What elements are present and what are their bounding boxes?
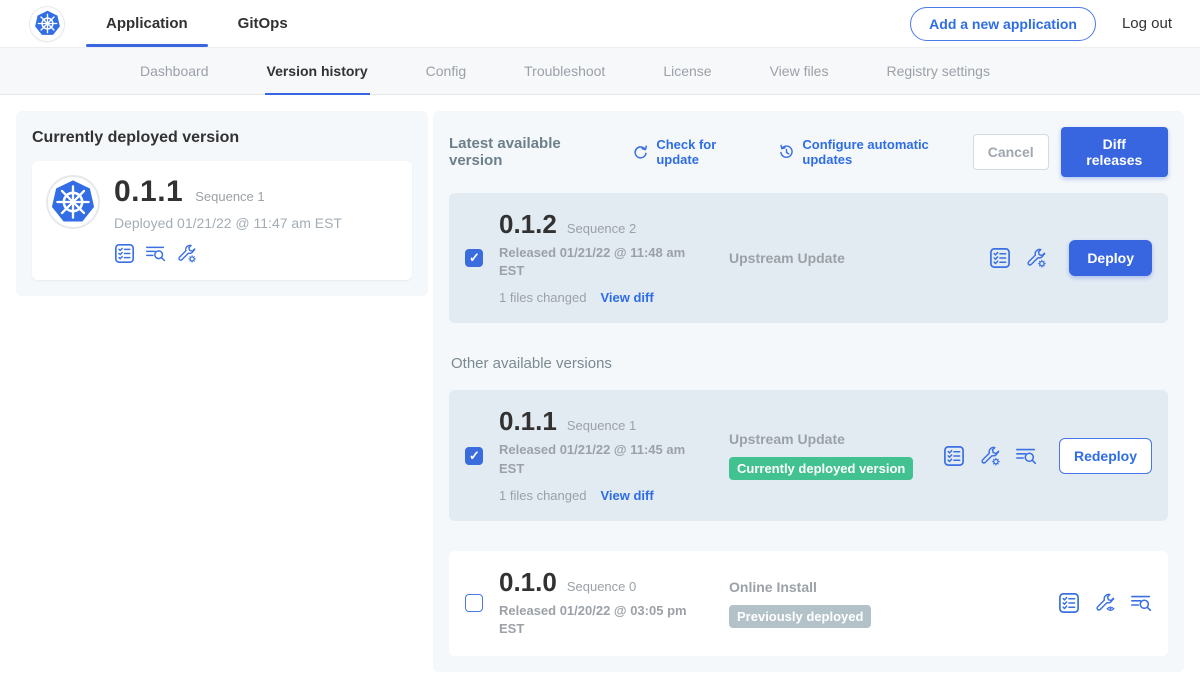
- refresh-icon: [632, 144, 649, 161]
- sequence-label: Sequence 2: [567, 221, 636, 236]
- tab-gitops[interactable]: GitOps: [234, 0, 292, 47]
- configure-automatic-updates-link[interactable]: Configure automatic updates: [778, 137, 972, 167]
- deployed-timestamp: Deployed 01/21/22 @ 11:47 am EST: [114, 215, 342, 231]
- tab-registry-settings-label: Registry settings: [886, 63, 989, 79]
- checklist-icon[interactable]: [114, 243, 135, 264]
- checklist-icon[interactable]: [1058, 592, 1080, 614]
- tab-config[interactable]: Config: [424, 48, 468, 94]
- app-sub-nav: Dashboard Version history Config Trouble…: [0, 48, 1200, 95]
- files-changed-label: 1 files changed: [499, 488, 586, 503]
- version-source-label: Upstream Update: [729, 250, 989, 266]
- tab-dashboard[interactable]: Dashboard: [138, 48, 211, 94]
- tab-version-history[interactable]: Version history: [265, 48, 370, 94]
- logout-button[interactable]: Log out: [1122, 15, 1172, 32]
- released-timestamp: Released 01/21/22 @ 11:45 am EST: [499, 441, 699, 477]
- version-row-0-1-2: 0.1.2 Sequence 2 Released 01/21/22 @ 11:…: [449, 193, 1168, 323]
- version-source-label: Upstream Update: [729, 431, 943, 447]
- release-notes-icon[interactable]: [1130, 592, 1152, 614]
- view-diff-link[interactable]: View diff: [600, 290, 653, 305]
- tab-view-files-label: View files: [770, 63, 829, 79]
- released-timestamp: Released 01/21/22 @ 11:48 am EST: [499, 244, 699, 280]
- deployed-sequence-label: Sequence 1: [195, 189, 264, 204]
- other-versions-title: Other available versions: [451, 355, 1168, 372]
- version-checkbox[interactable]: [465, 447, 483, 465]
- latest-version-header: Latest available version Check for updat…: [449, 127, 1168, 177]
- redeploy-button[interactable]: Redeploy: [1059, 438, 1152, 474]
- tab-troubleshoot[interactable]: Troubleshoot: [522, 48, 607, 94]
- currently-deployed-card: 0.1.1 Sequence 1 Deployed 01/21/22 @ 11:…: [32, 161, 412, 280]
- checklist-icon[interactable]: [943, 445, 965, 467]
- tab-gitops-label: GitOps: [238, 15, 288, 32]
- tab-version-history-label: Version history: [267, 63, 368, 79]
- version-history-panel: Latest available version Check for updat…: [433, 111, 1184, 672]
- previously-deployed-badge: Previously deployed: [729, 605, 871, 628]
- release-notes-icon[interactable]: [1015, 445, 1037, 467]
- tab-application-label: Application: [106, 15, 188, 32]
- kubernetes-logo-icon: [30, 7, 64, 41]
- clock-refresh-icon: [778, 144, 795, 161]
- diff-releases-button[interactable]: Diff releases: [1061, 127, 1168, 177]
- tab-license[interactable]: License: [661, 48, 713, 94]
- wrench-gear-icon[interactable]: [176, 243, 197, 264]
- release-notes-icon[interactable]: [145, 243, 166, 264]
- top-nav-tabs: Application GitOps: [102, 0, 334, 47]
- version-source-label: Online Install: [729, 579, 1058, 595]
- sequence-label: Sequence 1: [567, 418, 636, 433]
- latest-version-title: Latest available version: [449, 135, 610, 169]
- deploy-button[interactable]: Deploy: [1069, 240, 1152, 276]
- wrench-eye-icon[interactable]: [1094, 592, 1116, 614]
- version-number: 0.1.0: [499, 569, 557, 595]
- top-nav-right: Add a new application Log out: [910, 7, 1200, 41]
- cancel-button[interactable]: Cancel: [973, 134, 1049, 170]
- version-number: 0.1.1: [499, 408, 557, 434]
- tab-view-files[interactable]: View files: [768, 48, 831, 94]
- view-diff-link[interactable]: View diff: [600, 488, 653, 503]
- wrench-gear-icon[interactable]: [1025, 247, 1047, 269]
- currently-deployed-panel: Currently deployed version 0.1.1 Sequenc…: [16, 111, 428, 296]
- version-checkbox[interactable]: [465, 249, 483, 267]
- add-application-button[interactable]: Add a new application: [910, 7, 1096, 41]
- sequence-label: Sequence 0: [567, 579, 636, 594]
- tab-troubleshoot-label: Troubleshoot: [524, 63, 605, 79]
- wrench-gear-icon[interactable]: [979, 445, 1001, 467]
- tab-config-label: Config: [426, 63, 466, 79]
- check-for-update-label: Check for update: [656, 137, 756, 167]
- configure-automatic-updates-label: Configure automatic updates: [802, 137, 972, 167]
- checklist-icon[interactable]: [989, 247, 1011, 269]
- tab-registry-settings[interactable]: Registry settings: [884, 48, 991, 94]
- kubernetes-app-icon: [48, 177, 98, 227]
- tab-application[interactable]: Application: [102, 0, 192, 47]
- tab-license-label: License: [663, 63, 711, 79]
- main-content: Currently deployed version 0.1.1 Sequenc…: [0, 95, 1200, 688]
- check-for-update-link[interactable]: Check for update: [632, 137, 756, 167]
- deployed-version-number: 0.1.1: [114, 177, 183, 207]
- tab-dashboard-label: Dashboard: [140, 63, 209, 79]
- released-timestamp: Released 01/20/22 @ 03:05 pm EST: [499, 602, 699, 638]
- version-number: 0.1.2: [499, 211, 557, 237]
- version-row-0-1-1: 0.1.1 Sequence 1 Released 01/21/22 @ 11:…: [449, 390, 1168, 520]
- version-checkbox[interactable]: [465, 594, 483, 612]
- currently-deployed-badge: Currently deployed version: [729, 457, 913, 480]
- files-changed-label: 1 files changed: [499, 290, 586, 305]
- top-nav: Application GitOps Add a new application…: [0, 0, 1200, 48]
- version-row-0-1-0: 0.1.0 Sequence 0 Released 01/20/22 @ 03:…: [449, 551, 1168, 656]
- currently-deployed-title: Currently deployed version: [32, 129, 412, 147]
